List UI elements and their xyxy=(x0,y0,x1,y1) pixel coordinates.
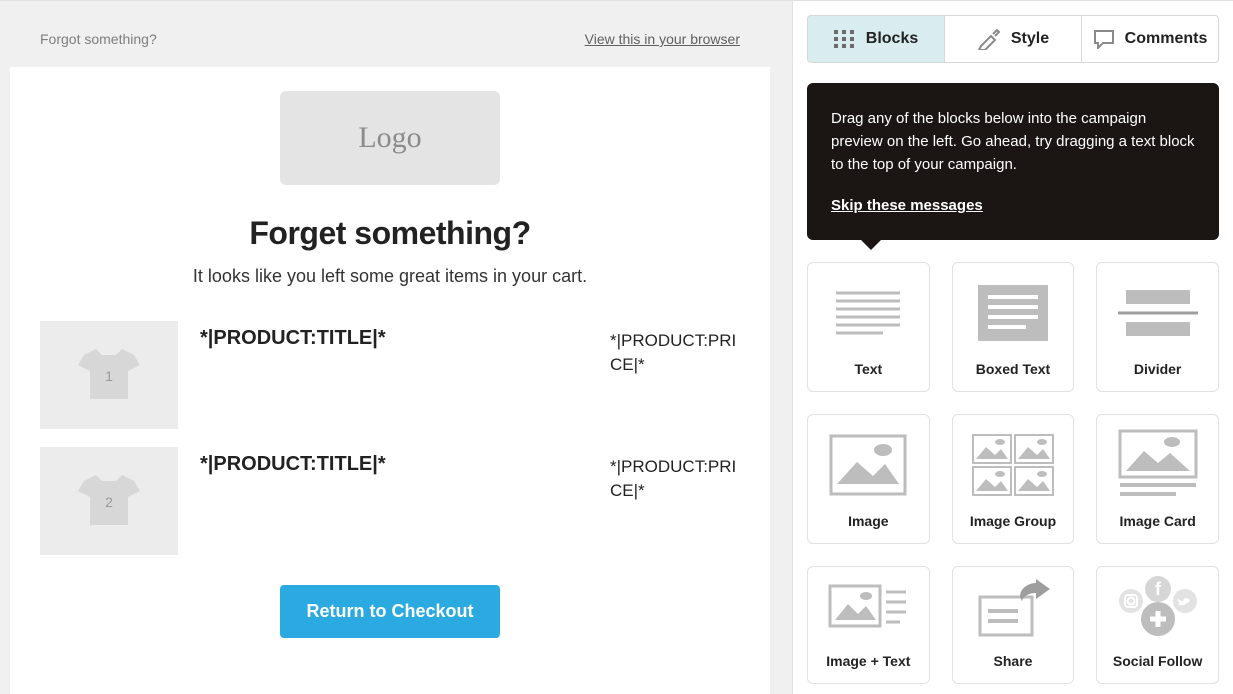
block-label: Image + Text xyxy=(826,653,910,669)
svg-text:2: 2 xyxy=(105,494,113,510)
style-icon xyxy=(977,28,1001,50)
divider-icon xyxy=(1116,288,1200,338)
block-label: Divider xyxy=(1134,361,1181,377)
hero-subtext: It looks like you left some great items … xyxy=(40,266,740,287)
product-row: 1 *|PRODUCT:TITLE|* *|PRODUCT:PRICE|* xyxy=(40,321,740,429)
email-body: Logo Forget something? It looks like you… xyxy=(10,67,770,694)
product-thumbnail[interactable]: 1 xyxy=(40,321,178,429)
block-boxed-text[interactable]: Boxed Text xyxy=(952,262,1075,392)
image-group-icon xyxy=(971,433,1055,497)
hero-section: Forget something? It looks like you left… xyxy=(40,215,740,287)
preview-scroll[interactable]: Forgot something? View this in your brow… xyxy=(0,1,792,694)
blocks-grid: Text Boxed Text Divider xyxy=(793,240,1233,694)
comments-icon xyxy=(1093,29,1115,49)
logo-placeholder[interactable]: Logo xyxy=(280,91,500,185)
product-title: *|PRODUCT:TITLE|* xyxy=(200,321,588,350)
block-label: Image Group xyxy=(970,513,1056,529)
block-label: Share xyxy=(994,653,1033,669)
image-text-icon xyxy=(828,584,908,638)
return-to-checkout-button[interactable]: Return to Checkout xyxy=(280,585,499,638)
block-image-text[interactable]: Image + Text xyxy=(807,566,930,684)
text-block-icon xyxy=(833,288,903,338)
tab-comments[interactable]: Comments xyxy=(1082,16,1218,62)
product-row: 2 *|PRODUCT:TITLE|* *|PRODUCT:PRICE|* xyxy=(40,447,740,555)
social-follow-icon: f xyxy=(1116,575,1200,639)
hero-heading: Forget something? xyxy=(40,215,740,252)
onboarding-tooltip: Drag any of the blocks below into the ca… xyxy=(807,83,1219,240)
preheader-row: Forgot something? View this in your brow… xyxy=(10,1,770,67)
block-divider[interactable]: Divider xyxy=(1096,262,1219,392)
block-image-card[interactable]: Image Card xyxy=(1096,414,1219,544)
tab-label: Comments xyxy=(1125,30,1208,48)
block-image-group[interactable]: Image Group xyxy=(952,414,1075,544)
blocks-icon xyxy=(834,30,856,48)
product-thumbnail[interactable]: 2 xyxy=(40,447,178,555)
block-label: Text xyxy=(854,361,882,377)
product-price: *|PRODUCT:PRICE|* xyxy=(610,321,740,377)
campaign-preview: Forgot something? View this in your brow… xyxy=(0,0,793,694)
editor-panel: Blocks Style Comments Drag any of the bl… xyxy=(793,0,1233,694)
tab-style[interactable]: Style xyxy=(945,16,1082,62)
svg-text:f: f xyxy=(1155,579,1162,599)
editor-tabs: Blocks Style Comments xyxy=(807,15,1219,63)
email-container: Forgot something? View this in your brow… xyxy=(0,1,780,694)
block-text[interactable]: Text xyxy=(807,262,930,392)
tshirt-icon: 2 xyxy=(74,473,144,529)
product-price: *|PRODUCT:PRICE|* xyxy=(610,447,740,503)
block-label: Boxed Text xyxy=(976,361,1050,377)
image-icon xyxy=(829,434,907,496)
view-in-browser-link[interactable]: View this in your browser xyxy=(585,31,740,47)
tab-label: Style xyxy=(1011,30,1049,48)
tooltip-text: Drag any of the blocks below into the ca… xyxy=(831,107,1195,177)
image-card-icon xyxy=(1118,429,1198,499)
svg-text:1: 1 xyxy=(105,368,113,384)
boxed-text-icon xyxy=(976,283,1050,343)
preheader-text: Forgot something? xyxy=(40,31,157,47)
block-label: Image xyxy=(848,513,888,529)
block-image[interactable]: Image xyxy=(807,414,930,544)
block-share[interactable]: Share xyxy=(952,566,1075,684)
product-title: *|PRODUCT:TITLE|* xyxy=(200,447,588,476)
share-icon xyxy=(974,579,1052,639)
tshirt-icon: 1 xyxy=(74,347,144,403)
block-label: Social Follow xyxy=(1113,653,1202,669)
block-label: Image Card xyxy=(1120,513,1196,529)
tab-label: Blocks xyxy=(866,30,918,48)
tab-blocks[interactable]: Blocks xyxy=(808,16,945,62)
skip-messages-link[interactable]: Skip these messages xyxy=(831,194,983,217)
block-social-follow[interactable]: f Social Follow xyxy=(1096,566,1219,684)
